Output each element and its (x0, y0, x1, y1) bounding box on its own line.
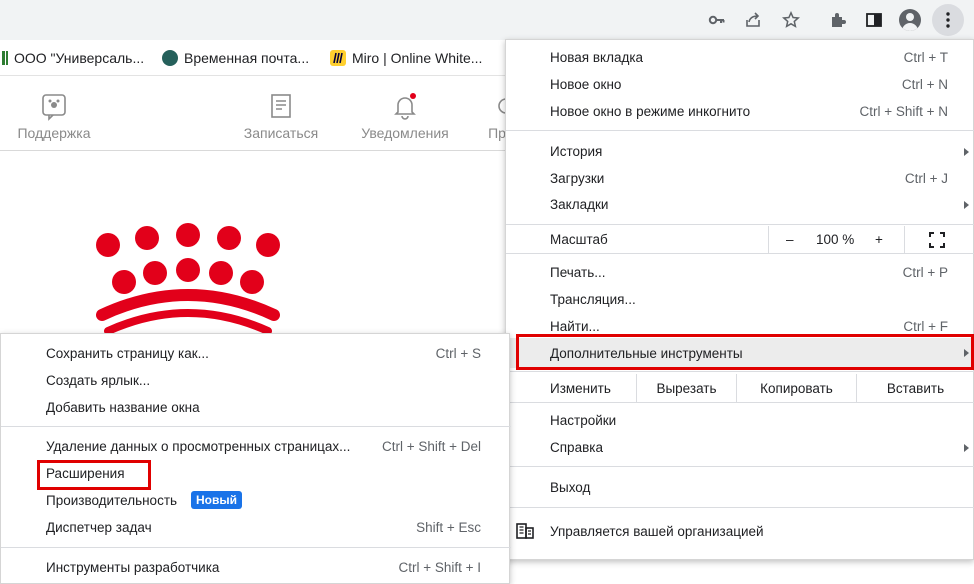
star-icon[interactable] (779, 8, 803, 32)
chevron-right-icon (964, 147, 969, 156)
share-icon[interactable] (741, 8, 765, 32)
submenu-create-shortcut[interactable]: Создать ярлык... (1, 367, 511, 394)
menu-managed[interactable]: Управляется вашей организацией (506, 518, 974, 545)
more-tools-submenu: Сохранить страницу как... Ctrl + S Созда… (0, 333, 511, 584)
menu-edit: Изменить Вырезать Копировать Вставить (506, 374, 974, 402)
menu-help[interactable]: Справка (506, 434, 974, 461)
new-badge: Новый (191, 491, 242, 509)
menu-settings[interactable]: Настройки (506, 407, 974, 434)
submenu-divider (1, 426, 511, 427)
submenu-divider (1, 547, 511, 548)
menu-divider (506, 466, 974, 467)
browser-toolbar (0, 0, 974, 40)
menu-new-window[interactable]: Новое окно Ctrl + N (506, 71, 974, 98)
profile-icon[interactable] (899, 9, 921, 31)
menu-zoom: Масштаб – 100 % + (506, 226, 974, 253)
nav-support[interactable]: Поддержка (16, 91, 92, 141)
menu-cast[interactable]: Трансляция... (506, 286, 974, 313)
bookmark-item[interactable]: Временная почта... (162, 50, 309, 66)
zoom-value: 100 % (816, 232, 855, 247)
sidepanel-icon[interactable] (862, 8, 886, 32)
menu-divider (506, 224, 974, 225)
chevron-right-icon (964, 443, 969, 452)
menu-divider (506, 402, 974, 403)
highlight-more-tools (516, 334, 974, 370)
nav-notifications[interactable]: Уведомления (360, 91, 450, 141)
bell-icon (394, 93, 416, 120)
menu-downloads[interactable]: Загрузки Ctrl + J (506, 165, 974, 192)
miro-icon (330, 50, 346, 66)
zoom-divider (768, 226, 769, 253)
submenu-save-page[interactable]: Сохранить страницу как... Ctrl + S (1, 340, 511, 367)
zoom-divider (904, 226, 905, 253)
nav-signup[interactable]: Записаться (242, 91, 320, 141)
submenu-dev-tools[interactable]: Инструменты разработчика Ctrl + Shift + … (1, 554, 511, 581)
cut-button[interactable]: Вырезать (636, 374, 736, 402)
fullscreen-icon[interactable] (929, 232, 945, 251)
menu-divider (506, 507, 974, 508)
paste-button[interactable]: Вставить (856, 374, 974, 402)
key-icon[interactable] (705, 8, 729, 32)
signup-icon (271, 94, 291, 118)
submenu-clear-data[interactable]: Удаление данных о просмотренных страница… (1, 433, 511, 460)
royal-canin-logo (80, 215, 300, 343)
menu-divider (506, 130, 974, 131)
submenu-task-manager[interactable]: Диспетчер задач Shift + Esc (1, 514, 511, 541)
menu-print[interactable]: Печать... Ctrl + P (506, 259, 974, 286)
menu-divider (506, 371, 974, 372)
menu-new-tab[interactable]: Новая вкладка Ctrl + T (506, 44, 974, 71)
chevron-right-icon (964, 200, 969, 209)
globe-icon (162, 50, 178, 66)
menu-exit[interactable]: Выход (506, 474, 974, 501)
extensions-icon[interactable] (826, 8, 850, 32)
bars-icon (2, 51, 8, 65)
kebab-menu-icon[interactable] (932, 4, 964, 36)
highlight-extensions (37, 460, 151, 490)
menu-history[interactable]: История (506, 138, 974, 165)
menu-incognito[interactable]: Новое окно в режиме инкогнито Ctrl + Shi… (506, 98, 974, 125)
menu-bookmarks[interactable]: Закладки (506, 191, 974, 218)
menu-divider (506, 253, 974, 254)
submenu-performance[interactable]: Производительность Новый (1, 487, 511, 514)
submenu-name-window[interactable]: Добавить название окна (1, 394, 511, 421)
bookmark-item[interactable]: Miro | Online White... (330, 50, 482, 66)
support-icon (42, 94, 66, 121)
copy-button[interactable]: Копировать (736, 374, 856, 402)
bookmark-item[interactable]: ООО "Универсаль... (2, 50, 144, 66)
zoom-in-button[interactable]: + (875, 232, 883, 247)
chrome-main-menu: Новая вкладка Ctrl + T Новое окно Ctrl +… (505, 39, 974, 560)
building-icon (516, 523, 534, 542)
zoom-out-button[interactable]: – (786, 232, 794, 247)
